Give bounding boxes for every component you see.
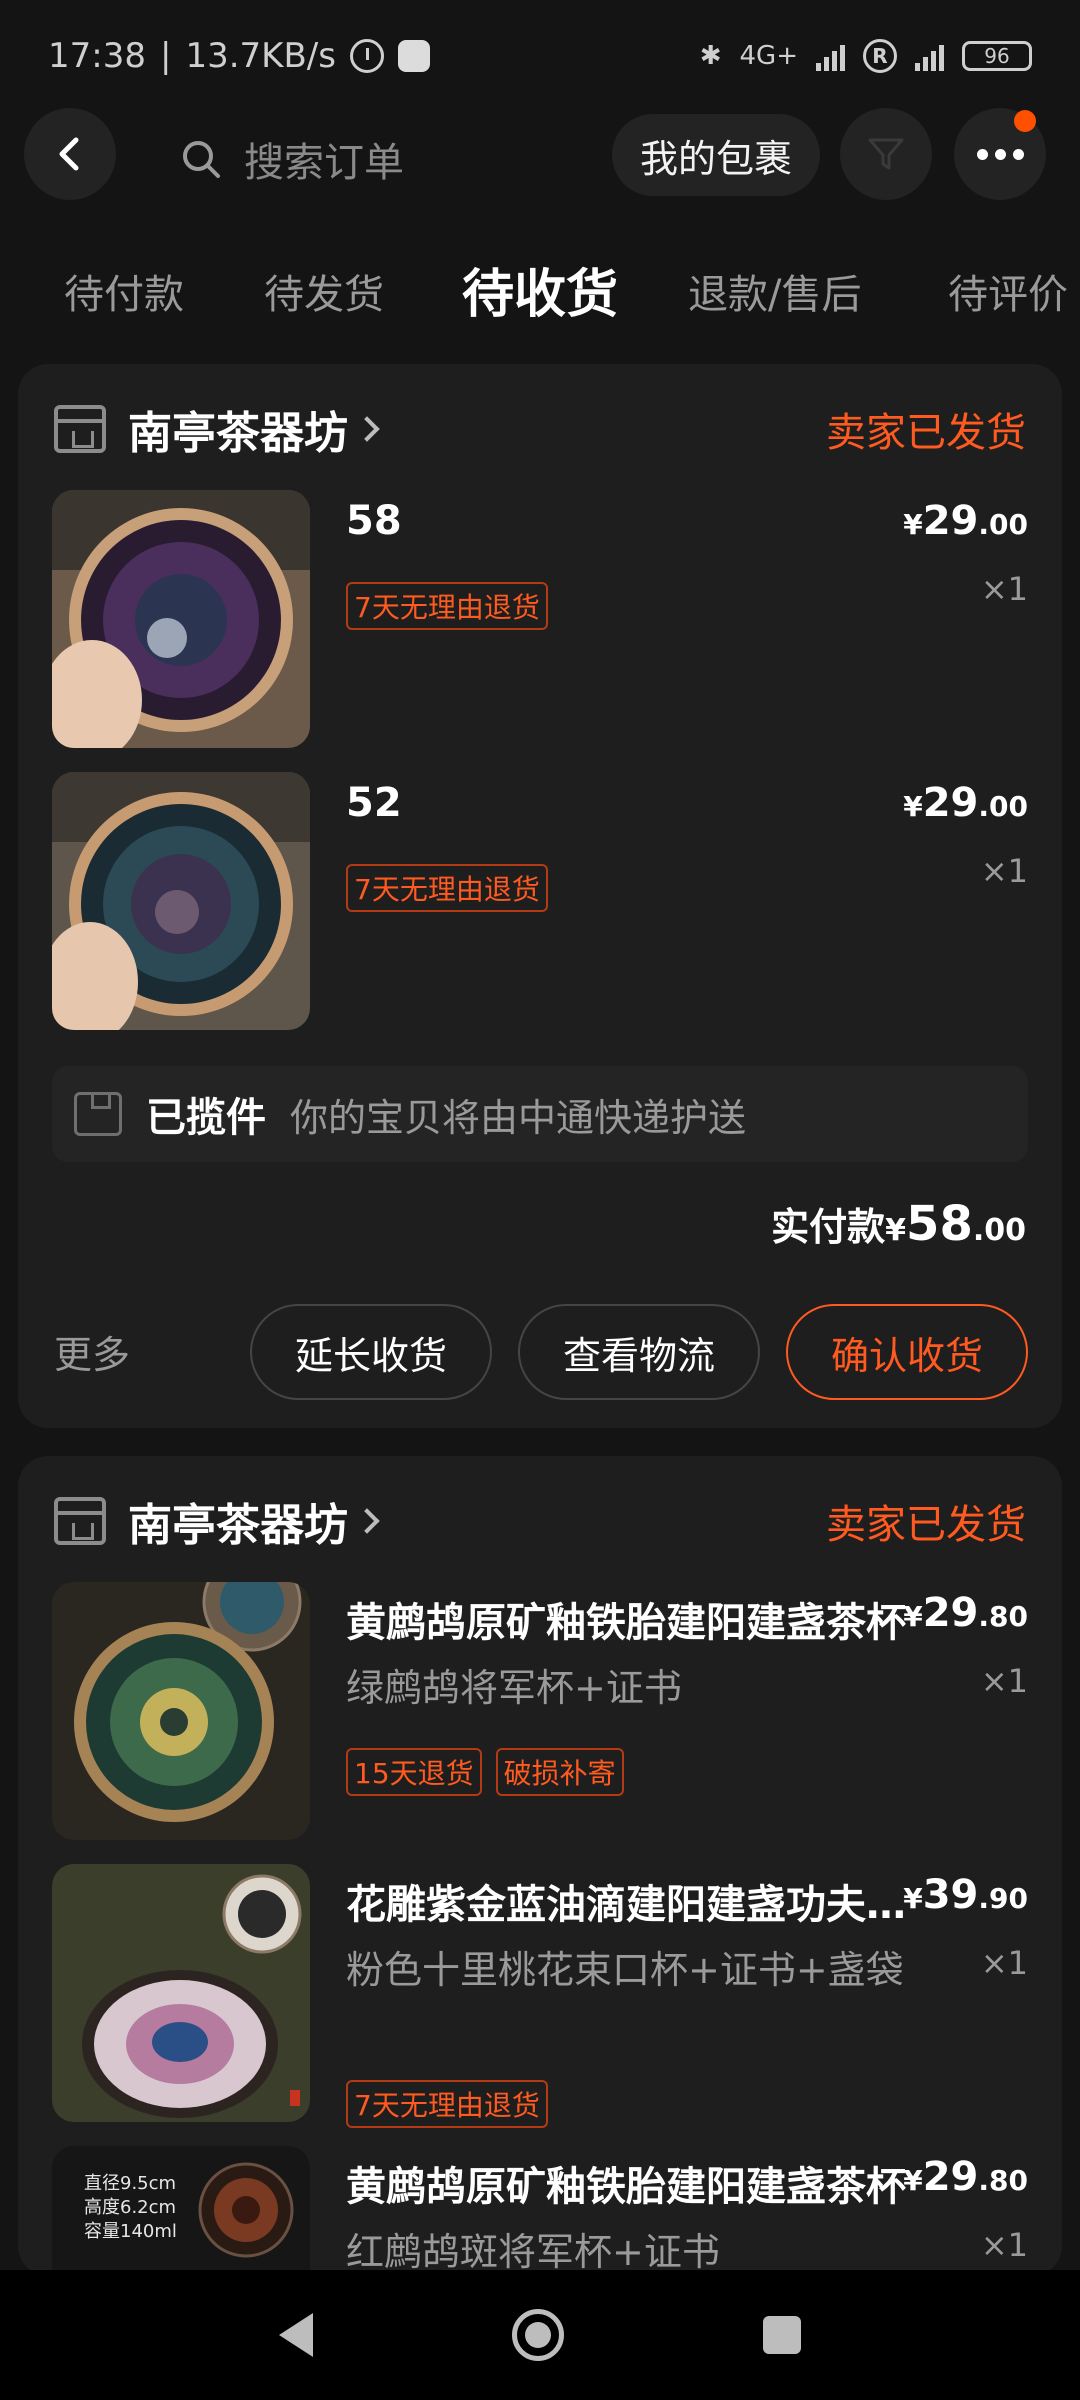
status-speed: 13.7KB/s bbox=[185, 36, 336, 76]
item-title: 黄鹧鸪原矿釉铁胎建阳建盏茶杯 bbox=[346, 1600, 906, 1646]
product-image[interactable] bbox=[52, 490, 310, 748]
order-item[interactable]: 黄鹧鸪原矿釉铁胎建阳建盏茶杯 绿鹧鸪将军杯+证书 15天退货 破损补寄 ¥29.… bbox=[52, 1582, 1028, 1840]
view-logistics-button[interactable]: 查看物流 bbox=[518, 1304, 760, 1400]
item-price: ¥39.90 bbox=[903, 1872, 1028, 1918]
search-input[interactable]: 搜索订单 bbox=[180, 130, 404, 188]
shop-name[interactable]: 南亭茶器坊 bbox=[128, 397, 348, 461]
item-tags: 7天无理由退货 bbox=[346, 2080, 548, 2128]
shop-icon bbox=[54, 1497, 106, 1545]
item-quantity: ×1 bbox=[980, 570, 1028, 608]
registered-icon: R bbox=[863, 39, 897, 73]
item-price: ¥29.00 bbox=[903, 498, 1028, 544]
order-item[interactable]: 58 7天无理由退货 ¥29.00 ×1 bbox=[52, 490, 1028, 748]
damage-resend-tag: 破损补寄 bbox=[495, 1748, 624, 1796]
filter-icon bbox=[868, 138, 904, 170]
tab-pending-review[interactable]: 待评价 bbox=[948, 262, 1068, 320]
order-item[interactable]: 花雕紫金蓝油滴建阳建盏功夫茶杯 粉色十里桃花束口杯+证书+盏袋 7天无理由退货 … bbox=[52, 1864, 1028, 2128]
item-quantity: ×1 bbox=[980, 1662, 1028, 1700]
status-time: 17:38 bbox=[48, 36, 146, 76]
back-arrow-icon bbox=[59, 137, 79, 171]
shop-header[interactable]: 南亭茶器坊 卖家已发货 bbox=[54, 1486, 1026, 1556]
signal-icon bbox=[816, 41, 845, 71]
return-tag: 7天无理由退货 bbox=[346, 582, 548, 630]
return-tag: 7天无理由退货 bbox=[346, 864, 548, 912]
order-card[interactable]: 南亭茶器坊 卖家已发货 黄鹧鸪原矿釉铁胎建阳建盏茶杯 绿鹧鸪将军杯+证书 15天… bbox=[18, 1456, 1062, 2276]
item-tags: 15天退货 破损补寄 bbox=[346, 1748, 624, 1796]
image-spec-text: 直径9.5cm 高度6.2cm 容量140ml bbox=[84, 2173, 177, 2242]
item-title: 黄鹧鸪原矿釉铁胎建阳建盏茶杯 bbox=[346, 2164, 906, 2210]
network-type: 4G+ bbox=[739, 41, 798, 71]
paid-amount: 实付款¥58.00 bbox=[771, 1196, 1026, 1252]
search-icon bbox=[183, 141, 220, 178]
logistics-banner[interactable]: 已揽件 你的宝贝将由中通快递护送 bbox=[52, 1066, 1028, 1162]
chevron-right-icon bbox=[354, 416, 380, 442]
item-quantity: ×1 bbox=[980, 2226, 1028, 2264]
more-dots-icon bbox=[976, 148, 1024, 160]
chevron-right-icon bbox=[354, 1508, 380, 1534]
top-nav: 搜索订单 我的包裹 bbox=[0, 108, 1080, 200]
return-tag: 15天退货 bbox=[346, 1748, 482, 1796]
notification-dot bbox=[1014, 110, 1036, 132]
order-item[interactable]: 52 7天无理由退货 ¥29.00 ×1 bbox=[52, 772, 1028, 1030]
extend-receipt-button[interactable]: 延长收货 bbox=[250, 1304, 492, 1400]
order-status: 卖家已发货 bbox=[826, 1502, 1026, 1548]
confirm-receipt-button[interactable]: 确认收货 bbox=[786, 1304, 1028, 1400]
shop-name[interactable]: 南亭茶器坊 bbox=[128, 1489, 348, 1553]
nav-recents-icon[interactable] bbox=[762, 2316, 801, 2354]
system-nav-bar bbox=[0, 2270, 1080, 2400]
status-bar: 17:38 | 13.7KB/s ✱ 4G+ R 96 bbox=[0, 0, 1080, 112]
my-packages-button[interactable]: 我的包裹 bbox=[612, 114, 820, 196]
item-price: ¥29.00 bbox=[903, 780, 1028, 826]
logistics-status: 已揽件 bbox=[146, 1095, 266, 1141]
product-image[interactable] bbox=[52, 1864, 310, 2122]
bluetooth-icon: ✱ bbox=[699, 41, 722, 71]
item-title: 花雕紫金蓝油滴建阳建盏功夫茶杯 bbox=[346, 1882, 906, 1928]
product-image[interactable] bbox=[52, 1582, 310, 1840]
nav-back-icon[interactable] bbox=[279, 2313, 314, 2357]
order-tabs: 待付款 待发货 待收货 退款/售后 待评价 bbox=[0, 252, 1080, 332]
order-item[interactable]: 直径9.5cm 高度6.2cm 容量140ml 黄鹧鸪原矿釉铁胎建阳建盏茶杯 红… bbox=[52, 2146, 1028, 2276]
tab-pending-payment[interactable]: 待付款 bbox=[64, 262, 184, 320]
product-image[interactable] bbox=[52, 772, 310, 1030]
item-price: ¥29.80 bbox=[903, 1590, 1028, 1636]
filter-button[interactable] bbox=[840, 108, 932, 200]
tab-refund-aftersale[interactable]: 退款/售后 bbox=[688, 262, 861, 320]
alarm-icon bbox=[349, 39, 384, 73]
item-title: 58 bbox=[346, 498, 402, 544]
signal-icon-2 bbox=[915, 41, 944, 71]
item-tags: 7天无理由退货 bbox=[346, 582, 548, 630]
shop-header[interactable]: 南亭茶器坊 卖家已发货 bbox=[54, 394, 1026, 464]
order-card[interactable]: 南亭茶器坊 卖家已发货 58 7天无理由退货 ¥29.00 ×1 52 7天无理… bbox=[18, 364, 1062, 1428]
battery-icon: 96 bbox=[962, 41, 1032, 71]
item-tags: 7天无理由退货 bbox=[346, 864, 548, 912]
item-sku: 绿鹧鸪将军杯+证书 bbox=[346, 1666, 682, 1710]
more-menu-button[interactable] bbox=[954, 108, 1046, 200]
back-button[interactable] bbox=[24, 108, 116, 200]
nav-home-icon[interactable] bbox=[511, 2309, 564, 2361]
shop-icon bbox=[54, 405, 106, 453]
search-placeholder: 搜索订单 bbox=[244, 140, 404, 186]
item-title: 52 bbox=[346, 780, 402, 826]
item-quantity: ×1 bbox=[980, 1944, 1028, 1982]
battery-level: 96 bbox=[984, 44, 1010, 68]
order-status: 卖家已发货 bbox=[826, 410, 1026, 456]
item-price: ¥29.80 bbox=[903, 2154, 1028, 2200]
product-image[interactable]: 直径9.5cm 高度6.2cm 容量140ml bbox=[52, 2146, 310, 2276]
item-sku: 粉色十里桃花束口杯+证书+盏袋 bbox=[346, 1948, 904, 1992]
item-quantity: ×1 bbox=[980, 852, 1028, 890]
tab-pending-shipment[interactable]: 待发货 bbox=[264, 262, 384, 320]
tab-pending-receipt[interactable]: 待收货 bbox=[462, 252, 618, 327]
item-sku: 红鹧鸪斑将军杯+证书 bbox=[346, 2230, 720, 2274]
logistics-text: 你的宝贝将由中通快递护送 bbox=[290, 1095, 747, 1140]
return-tag: 7天无理由退货 bbox=[346, 2080, 548, 2128]
more-link[interactable]: 更多 bbox=[54, 1324, 130, 1379]
package-icon bbox=[74, 1092, 122, 1136]
app-notification-icon bbox=[397, 40, 430, 72]
